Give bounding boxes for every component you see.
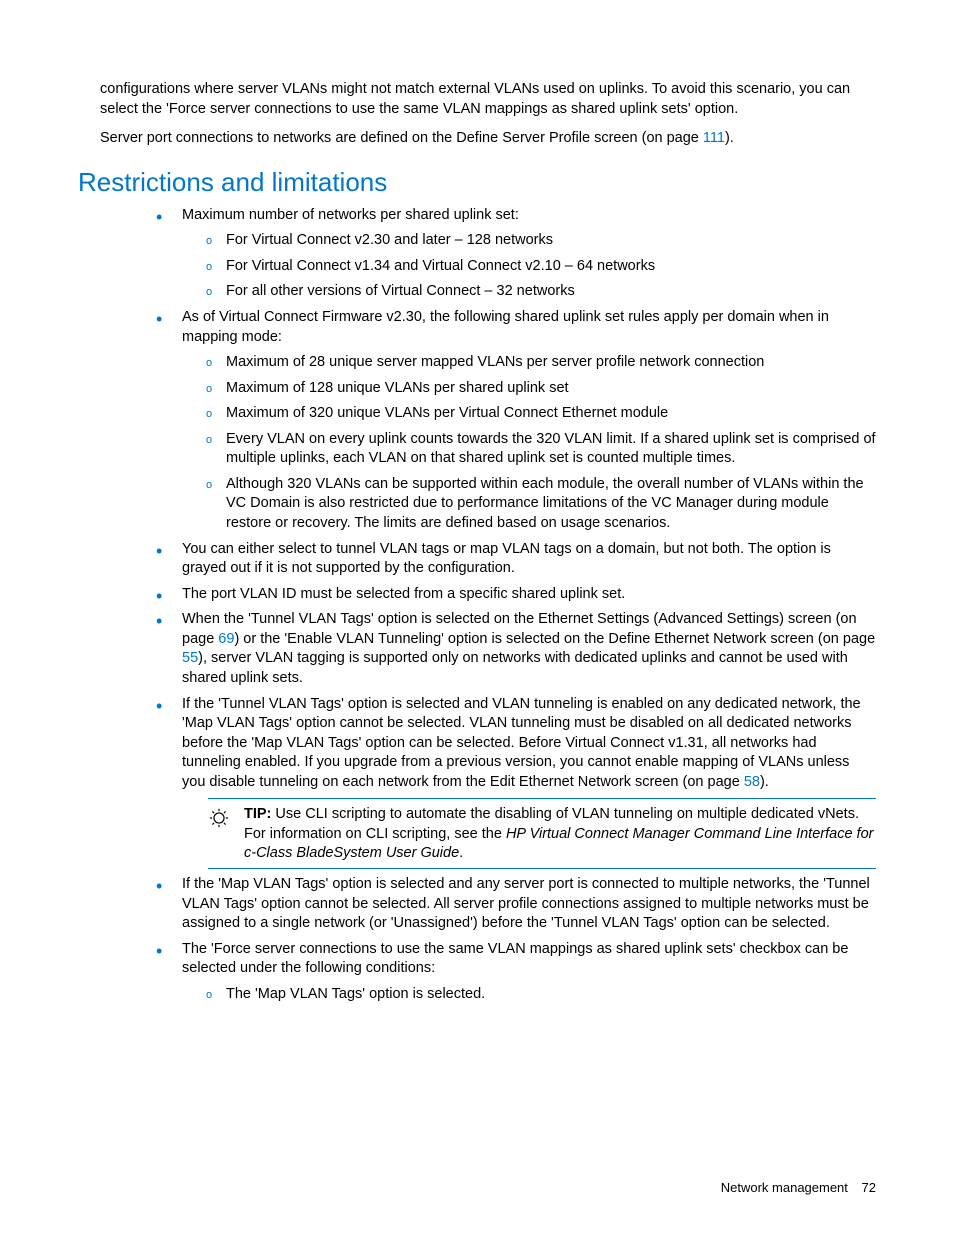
page-link[interactable]: 111 bbox=[703, 130, 725, 146]
list-item: As of Virtual Connect Firmware v2.30, th… bbox=[156, 308, 876, 534]
list-item: For Virtual Connect v2.30 and later – 12… bbox=[206, 231, 876, 251]
tip-icon bbox=[208, 807, 230, 836]
page-link[interactable]: 55 bbox=[182, 650, 198, 666]
tip-block: TIP: Use CLI scripting to automate the d… bbox=[208, 798, 876, 869]
text: Server port connections to networks are … bbox=[100, 130, 703, 146]
document-page: configurations where server VLANs might … bbox=[0, 0, 954, 1235]
text: Maximum number of networks per shared up… bbox=[182, 207, 519, 223]
page-number: 72 bbox=[852, 1180, 876, 1195]
body-paragraph: Server port connections to networks are … bbox=[78, 129, 876, 149]
list-item: For all other versions of Virtual Connec… bbox=[206, 282, 876, 302]
list-item: Maximum of 28 unique server mapped VLANs… bbox=[206, 353, 876, 373]
text: As of Virtual Connect Firmware v2.30, th… bbox=[182, 309, 829, 345]
list-item: For Virtual Connect v1.34 and Virtual Co… bbox=[206, 257, 876, 277]
text: . bbox=[459, 845, 463, 861]
list-item: Although 320 VLANs can be supported with… bbox=[206, 475, 876, 534]
bullet-list: Maximum number of networks per shared up… bbox=[78, 206, 876, 1005]
list-item: Every VLAN on every uplink counts toward… bbox=[206, 430, 876, 469]
page-link[interactable]: 69 bbox=[218, 631, 234, 647]
list-item: The 'Map VLAN Tags' option is selected. bbox=[206, 985, 876, 1005]
list-item: The port VLAN ID must be selected from a… bbox=[156, 585, 876, 605]
footer-section: Network management bbox=[721, 1180, 848, 1195]
tip-label: TIP: bbox=[244, 806, 271, 822]
text: ), server VLAN tagging is supported only… bbox=[182, 650, 848, 686]
page-link[interactable]: 58 bbox=[744, 774, 760, 790]
sub-list: For Virtual Connect v2.30 and later – 12… bbox=[182, 231, 876, 302]
list-item: When the 'Tunnel VLAN Tags' option is se… bbox=[156, 610, 876, 688]
list-item: Maximum of 320 unique VLANs per Virtual … bbox=[206, 404, 876, 424]
sub-list: The 'Map VLAN Tags' option is selected. bbox=[182, 985, 876, 1005]
list-item: Maximum of 128 unique VLANs per shared u… bbox=[206, 379, 876, 399]
tip-rule bbox=[208, 868, 876, 869]
list-item: Maximum number of networks per shared up… bbox=[156, 206, 876, 302]
body-paragraph: configurations where server VLANs might … bbox=[78, 80, 876, 119]
list-item: If the 'Tunnel VLAN Tags' option is sele… bbox=[156, 695, 876, 870]
text: ). bbox=[760, 774, 769, 790]
text: The 'Force server connections to use the… bbox=[182, 941, 848, 977]
tip-text: TIP: Use CLI scripting to automate the d… bbox=[244, 805, 876, 864]
sub-list: Maximum of 28 unique server mapped VLANs… bbox=[182, 353, 876, 534]
section-heading: Restrictions and limitations bbox=[78, 167, 876, 198]
list-item: The 'Force server connections to use the… bbox=[156, 940, 876, 1005]
list-item: If the 'Map VLAN Tags' option is selecte… bbox=[156, 875, 876, 934]
text: ) or the 'Enable VLAN Tunneling' option … bbox=[234, 631, 875, 647]
text: ). bbox=[725, 130, 734, 146]
tip-rule bbox=[208, 798, 876, 799]
page-footer: Network management 72 bbox=[721, 1180, 876, 1195]
list-item: You can either select to tunnel VLAN tag… bbox=[156, 540, 876, 579]
